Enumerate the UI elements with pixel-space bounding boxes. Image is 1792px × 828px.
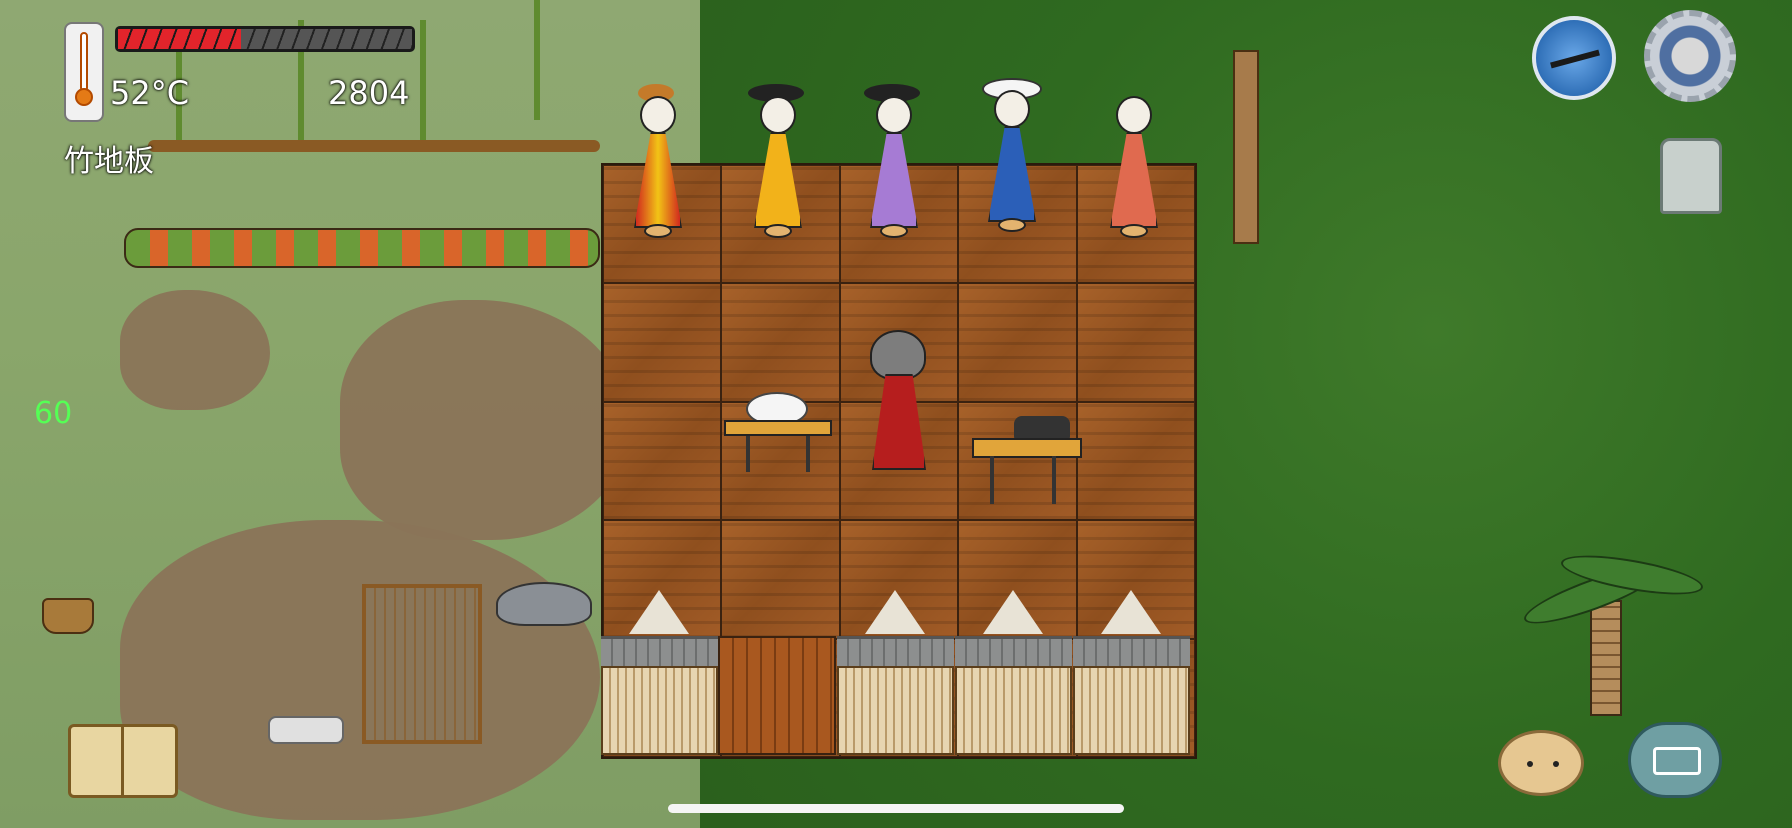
floor-tile[interactable]: [1076, 401, 1195, 521]
score-readout: 2804: [328, 74, 410, 112]
wall-segment[interactable]: [955, 590, 1072, 755]
keyboard-glyph: [1653, 747, 1701, 775]
wooden-door[interactable]: [718, 636, 836, 755]
wall-fence: [1073, 666, 1190, 755]
wall-fence: [837, 666, 954, 755]
table-leg: [746, 436, 750, 472]
mannequin-blue-dress[interactable]: [980, 70, 1042, 240]
mannequin-stand: [644, 224, 672, 238]
basket[interactable]: [42, 598, 94, 634]
table-top: [724, 420, 832, 436]
emote-eye: [1553, 761, 1559, 767]
floor-tile[interactable]: [958, 283, 1077, 402]
corn-plant[interactable]: [420, 20, 426, 140]
dress: [988, 126, 1036, 222]
emote-eye: [1527, 761, 1533, 767]
dirt-patch: [120, 290, 270, 410]
mannequin-stand: [1120, 224, 1148, 238]
thermometer-icon: [64, 22, 104, 122]
mannequin-head: [876, 96, 912, 134]
wall-roof: [1073, 636, 1190, 669]
wall-gable: [865, 590, 925, 634]
player-dress: [872, 374, 926, 470]
coin-icon[interactable]: [1660, 138, 1722, 214]
player-hair: [870, 330, 926, 380]
wall-gable: [1101, 590, 1161, 634]
mannequin-stand: [764, 224, 792, 238]
wall-fence: [601, 666, 718, 755]
mannequin-red-dress[interactable]: [626, 76, 686, 246]
robe: [870, 132, 918, 228]
robe: [754, 132, 802, 228]
health-bar-empty: [241, 29, 412, 49]
location-label: 竹地板: [64, 144, 154, 179]
wall-segment[interactable]: [837, 590, 954, 755]
wall-segment[interactable]: [601, 590, 718, 755]
crafting-table[interactable]: [724, 392, 832, 472]
sewing-machine-table[interactable]: [972, 410, 1082, 514]
mannequin-coral-dress[interactable]: [1102, 76, 1162, 246]
wall-gable: [983, 590, 1043, 634]
crop-row: [148, 140, 600, 152]
gear-icon[interactable]: [1644, 10, 1736, 102]
building-wall[interactable]: [601, 590, 1193, 755]
mannequin-yellow-robe[interactable]: [746, 76, 806, 246]
palm-tree[interactable]: [1590, 600, 1622, 716]
floor-tile[interactable]: [1076, 283, 1195, 402]
flower-bed[interactable]: [124, 228, 600, 268]
emote-icon[interactable]: [1498, 730, 1584, 796]
home-indicator[interactable]: [668, 804, 1124, 813]
health-bar: [115, 26, 415, 52]
wall-roof: [955, 636, 1072, 669]
book-spine: [121, 727, 124, 795]
corn-plant[interactable]: [534, 0, 540, 120]
floor-tile[interactable]: [603, 283, 722, 402]
fps-counter: 60: [34, 396, 73, 431]
table-leg: [990, 456, 994, 504]
table-leg: [806, 436, 810, 472]
folded-cloth[interactable]: [268, 716, 344, 744]
mannequin-head: [1116, 96, 1152, 134]
book-icon[interactable]: [68, 724, 178, 798]
compass-icon[interactable]: [1532, 16, 1616, 100]
table-top: [972, 438, 1082, 458]
rock-pile[interactable]: [496, 582, 592, 626]
wall-gable: [629, 590, 689, 634]
mannequin-purple-robe[interactable]: [862, 76, 922, 246]
dress: [1110, 132, 1158, 228]
compass-needle: [1550, 49, 1600, 69]
table-leg: [1052, 456, 1056, 504]
dress: [634, 132, 682, 228]
player-character[interactable]: [862, 330, 932, 470]
tree[interactable]: [1233, 50, 1259, 244]
thermometer-tube: [80, 32, 88, 92]
floor-tile[interactable]: [721, 283, 840, 402]
wall-roof: [601, 636, 718, 669]
mannequin-stand: [998, 218, 1026, 232]
loom[interactable]: [362, 584, 482, 744]
mannequin-stand: [880, 224, 908, 238]
wall-fence: [955, 666, 1072, 755]
temperature-readout: 52°C: [110, 74, 190, 112]
keyboard-icon[interactable]: [1628, 722, 1722, 798]
wall-segment[interactable]: [1073, 590, 1190, 755]
mannequin-head: [640, 96, 676, 134]
wall-roof: [837, 636, 954, 669]
mannequin-head: [760, 96, 796, 134]
mannequin-head: [994, 90, 1030, 128]
health-bar-fill: [118, 29, 242, 49]
floor-tile[interactable]: [603, 401, 722, 521]
thermometer-bulb: [75, 88, 93, 106]
